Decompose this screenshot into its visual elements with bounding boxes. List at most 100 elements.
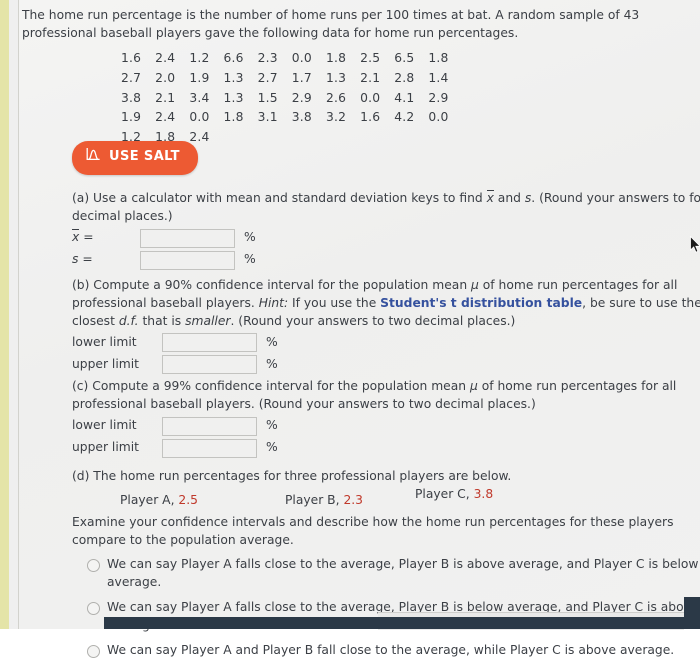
table-row: 1.9 2.4 0.0 1.8 3.1 3.8 3.2 1.6 4.2 0.0 — [114, 109, 456, 129]
data-cell: 1.6 — [121, 51, 142, 65]
data-cell: 3.8 — [291, 110, 312, 125]
upper-limit-input-c[interactable] — [162, 438, 257, 458]
upper-limit-label: upper limit — [72, 440, 139, 455]
smaller-word: smaller — [185, 313, 231, 328]
s-glyph: s — [72, 252, 79, 267]
part-a-block: (a) Use a calculator with mean and stand… — [72, 190, 700, 270]
answer-row-c-upper: upper limit % — [72, 438, 700, 458]
data-cell: 1.5 — [257, 90, 278, 105]
data-cell: 2.6 — [325, 90, 347, 105]
part-a-prompt: (a) Use a calculator with mean and stand… — [72, 190, 700, 223]
intro-paragraph: The home run percentage is the number of… — [22, 8, 640, 40]
data-cell: 1.4 — [428, 70, 449, 85]
player-a-value: 2.5 — [178, 492, 198, 507]
data-cell: 2.9 — [291, 90, 312, 105]
question-page: The home run percentage is the number of… — [19, 0, 700, 658]
xbar-glyph: x — [72, 229, 80, 245]
data-cell: 2.0 — [155, 70, 176, 85]
use-salt-label: USE SALT — [109, 149, 180, 164]
data-cell: 1.6 — [360, 110, 381, 125]
data-cell: 1.9 — [121, 110, 142, 125]
lower-limit-unit-c: % — [266, 418, 278, 433]
data-cell: 2.7 — [257, 70, 278, 85]
player-c: Player C, 3.8 — [415, 486, 494, 501]
data-cell: 6.6 — [223, 51, 244, 65]
players-row: Player A, 2.5 Player B, 2.3 Player C, 3.… — [72, 487, 700, 514]
normal-curve-icon — [86, 147, 101, 168]
option-3-label: We can say Player A and Player B fall cl… — [107, 642, 675, 657]
mu-symbol: μ — [471, 278, 479, 292]
data-cell: 2.1 — [155, 90, 176, 105]
lower-limit-unit-b: % — [266, 335, 278, 350]
upper-limit-label: upper limit — [72, 357, 139, 372]
x-bar-symbol: x — [486, 190, 494, 205]
lower-limit-input-b[interactable] — [162, 333, 257, 353]
data-cell: 2.7 — [121, 70, 142, 85]
option-1[interactable]: We can say Player A falls close to the a… — [72, 556, 700, 592]
upper-limit-input-b[interactable] — [162, 355, 257, 375]
data-cell: 1.2 — [189, 51, 210, 65]
table-row: 1.6 2.4 1.2 6.6 2.3 0.0 1.8 2.5 6.5 1.8 — [114, 50, 456, 70]
part-d-prompt: (d) The home run percentages for three p… — [72, 469, 512, 483]
data-cell: 3.8 — [121, 90, 142, 105]
data-cell: 0.0 — [291, 51, 312, 65]
answer-row-c-lower: lower limit % — [72, 416, 700, 436]
upper-limit-unit-b: % — [266, 357, 278, 372]
data-cell: 1.9 — [189, 70, 210, 85]
data-cell: 6.5 — [394, 51, 415, 65]
page-edge-strip — [0, 0, 9, 629]
data-cell: 2.5 — [360, 51, 381, 65]
data-cell: 1.8 — [428, 51, 449, 65]
part-d-block: (d) The home run percentages for three p… — [72, 468, 700, 660]
xbar-label: x = — [72, 229, 94, 245]
data-cell: 3.2 — [325, 110, 347, 125]
t-distribution-table-link[interactable]: Student's t distribution table — [380, 296, 582, 310]
upper-limit-unit-c: % — [266, 440, 278, 455]
part-b-block: (b) Compute a 90% confidence interval fo… — [72, 277, 700, 375]
xbar-unit: % — [244, 230, 256, 245]
data-cell: 2.9 — [428, 90, 449, 105]
use-salt-button[interactable]: USE SALT — [72, 141, 198, 175]
data-cell: 0.0 — [428, 110, 449, 125]
xbar-input[interactable] — [140, 228, 235, 248]
bottom-right-corner-block — [684, 597, 700, 629]
s-input[interactable] — [140, 250, 235, 270]
part-c-prompt: (c) Compute a 99% confidence interval fo… — [72, 379, 677, 411]
radio-button-icon[interactable] — [87, 644, 100, 658]
data-cell: 2.4 — [155, 110, 176, 125]
answer-options-group: We can say Player A falls close to the a… — [72, 556, 700, 659]
data-cell: 1.3 — [223, 70, 244, 85]
player-b: Player B, 2.3 — [285, 492, 364, 507]
lower-limit-input-c[interactable] — [162, 416, 257, 436]
s-label: s = — [72, 252, 93, 267]
option-3[interactable]: We can say Player A and Player B fall cl… — [72, 642, 700, 660]
answer-row-s: s = % — [72, 250, 700, 270]
answer-row-b-lower: lower limit % — [72, 333, 700, 353]
table-row: 2.7 2.0 1.9 1.3 2.7 1.7 1.3 2.1 2.8 1.4 — [114, 70, 456, 90]
radio-button-icon[interactable] — [87, 602, 100, 616]
data-cell: 2.1 — [360, 70, 381, 85]
data-cell: 2.4 — [155, 51, 176, 65]
answer-row-b-upper: upper limit % — [72, 355, 700, 375]
df-symbol: d.f. — [118, 313, 139, 328]
data-cell: 1.3 — [325, 70, 347, 85]
data-cell: 1.8 — [325, 51, 347, 65]
lower-limit-label: lower limit — [72, 418, 137, 433]
data-cell: 3.4 — [189, 90, 210, 105]
data-table-body: 1.6 2.4 1.2 6.6 2.3 0.0 1.8 2.5 6.5 1.8 … — [114, 50, 456, 149]
part-d-instruction: Examine your confidence intervals and de… — [72, 514, 674, 547]
bottom-toolbar-strip — [104, 617, 684, 629]
answer-row-xbar: x = % — [72, 228, 700, 248]
hint-label: Hint: — [258, 295, 289, 310]
data-cell: 2.3 — [257, 51, 278, 65]
data-cell: 0.0 — [189, 110, 210, 125]
data-cell: 1.7 — [291, 70, 312, 85]
data-cell: 0.0 — [360, 90, 381, 105]
radio-button-icon[interactable] — [87, 559, 100, 573]
data-cell: 3.1 — [257, 110, 278, 125]
data-cell: 4.1 — [394, 90, 415, 105]
table-row: 3.8 2.1 3.4 1.3 1.5 2.9 2.6 0.0 4.1 2.9 — [114, 90, 456, 110]
mouse-cursor-icon — [690, 235, 700, 258]
player-c-value: 3.8 — [473, 486, 494, 501]
data-cell: 1.8 — [223, 110, 244, 125]
